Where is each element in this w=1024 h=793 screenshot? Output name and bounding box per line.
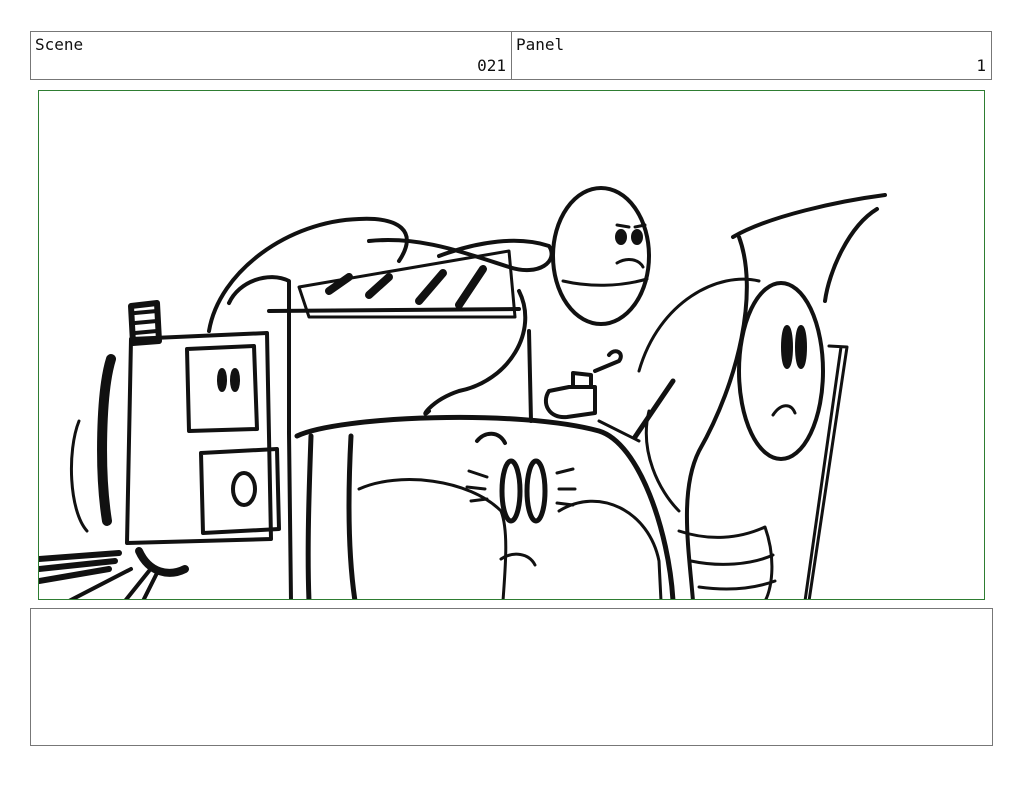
scene-label: Scene <box>35 35 84 54</box>
sketch-drawing <box>39 186 887 599</box>
storyboard-header: Scene 021 Panel 1 <box>30 31 992 80</box>
camera-character <box>39 300 281 599</box>
mirror-character <box>551 186 651 326</box>
storyboard-frame <box>38 90 985 600</box>
scene-cell: Scene 021 <box>31 32 511 79</box>
scene-number: 021 <box>477 56 506 75</box>
crane-arm <box>207 216 554 599</box>
sign-character <box>632 193 887 599</box>
panel-number: 1 <box>976 56 986 75</box>
panel-cell: Panel 1 <box>511 32 991 79</box>
wheel-character <box>294 414 676 599</box>
panel-label: Panel <box>516 35 565 54</box>
notes-box <box>30 608 993 746</box>
